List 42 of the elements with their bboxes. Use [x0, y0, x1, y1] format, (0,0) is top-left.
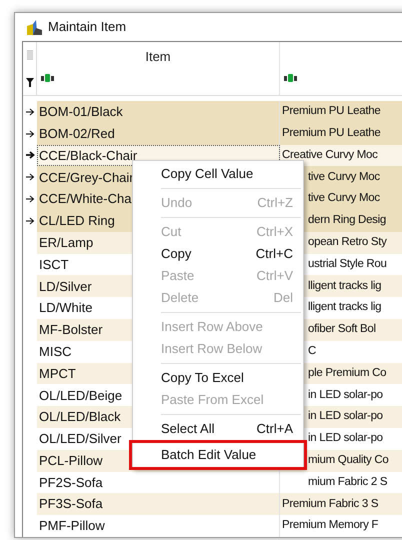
table-cell-text: dern Ring Desig — [308, 213, 386, 228]
table-cell-text: PF2S-Sofa — [39, 474, 103, 492]
table-cell-text: MF-Bolster — [39, 321, 103, 340]
table-cell-text: in LED solar-po — [308, 409, 383, 424]
table-cell-text: CCE/Grey-Chair — [39, 168, 134, 187]
table-cell-text: CCE/Black-Chair — [39, 146, 138, 165]
table-cell-text: BOM-01/Black — [39, 103, 123, 122]
table-cell-text: in LED solar-po — [308, 388, 383, 403]
table-cell-text: Premium Memory F — [282, 518, 378, 534]
table-cell-text: C — [308, 344, 316, 360]
table-cell-text: tive Curvy Moc — [308, 191, 380, 206]
table-cell-text: tive Curvy Moc — [308, 170, 380, 185]
table-cell-text: opean Retro Sty — [308, 235, 387, 250]
table-cell-text: PCL-Pillow — [39, 452, 103, 470]
table-cell-text: MISC — [39, 342, 72, 361]
table-cell-text: in LED solar-po — [308, 431, 383, 446]
table-cell-text: Premium PU Leathe — [282, 126, 380, 142]
table-cell-text: CL/LED Ring — [39, 212, 115, 230]
table-cell-text: BOM-02/Red — [39, 124, 115, 143]
table-cell-text: Premium Fabric 3 S — [282, 496, 378, 512]
table-cell-text: MPCT — [39, 364, 76, 383]
table-cell-text: OL/LED/Silver — [39, 430, 122, 448]
table-cell-text: ISCT — [39, 256, 69, 274]
table-cell-text: Creative Curvy Moc — [282, 148, 378, 163]
table-cell-text: OL/LED/Black — [39, 408, 121, 426]
table-cell-text: CCE/White-Chai — [39, 190, 134, 208]
table-cell-text: LD/Silver — [39, 278, 92, 296]
table-cell-text: OL/LED/Beige — [39, 386, 122, 405]
table-cell-text: ofiber Soft Bol — [308, 322, 376, 338]
table-cell-text: mium Quality Co — [308, 453, 388, 468]
table-cell-text: ER/Lamp — [39, 234, 94, 252]
table-cell-text: ple Premium Co — [308, 366, 386, 381]
table-cell-text: mium Fabric 2 S — [308, 474, 388, 490]
table-cell-text: lligent tracks lig — [308, 300, 382, 316]
table-cell-text: LD/White — [39, 299, 92, 318]
table-cell-text: lligent tracks lig — [308, 278, 382, 294]
table-cell-text: PF3S-Sofa — [39, 495, 103, 514]
table-cell-text: Premium PU Leathe — [282, 104, 380, 120]
column-title: Item — [145, 48, 171, 66]
window-title: Maintain Item — [48, 18, 126, 36]
table-cell-text: ustrial Style Rou — [308, 256, 387, 272]
table-cell-text: PMF-Pillow — [39, 517, 105, 536]
